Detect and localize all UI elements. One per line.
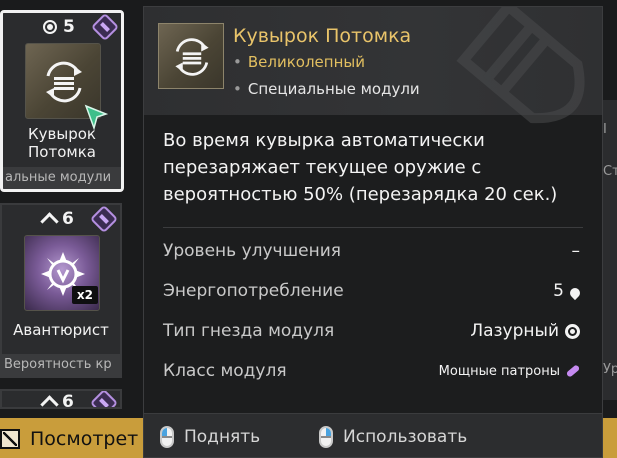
checkbox-icon[interactable] bbox=[0, 429, 20, 449]
card-cost: 6 bbox=[42, 392, 74, 409]
edge-text-fragment: Ст bbox=[603, 164, 617, 179]
card-header: 6 bbox=[2, 205, 120, 234]
use-action[interactable]: Использовать bbox=[319, 426, 467, 448]
bullet-watermark-icon bbox=[456, 7, 585, 124]
module-card-adventurer[interactable]: 6 x2 Авантюрист Вероятность кр bbox=[0, 203, 122, 378]
card-header: 5 bbox=[3, 13, 121, 42]
card-cost: 5 bbox=[43, 17, 75, 37]
card-name: Авантюрист bbox=[13, 321, 109, 339]
tooltip-actions: Поднять Использовать bbox=[144, 413, 602, 457]
edge-text-fragment: I bbox=[603, 122, 607, 137]
card-footer: альные модули bbox=[3, 167, 121, 189]
module-class-tag-icon bbox=[90, 13, 120, 42]
chevron-up-icon bbox=[42, 213, 56, 225]
stack-count-badge: x2 bbox=[71, 286, 98, 304]
mouse-right-click-icon bbox=[319, 426, 333, 448]
card-name: Кувырок Потомка bbox=[28, 125, 96, 161]
module-tooltip: Кувырок Потомка • Великолепный • Специальн… bbox=[143, 6, 603, 458]
module-card-partial[interactable]: 6 bbox=[0, 389, 122, 409]
chevron-up-icon bbox=[42, 396, 56, 407]
module-rarity: • Великолепный bbox=[233, 53, 365, 71]
module-class-tag-icon bbox=[89, 391, 119, 407]
card-cost-value: 6 bbox=[62, 392, 74, 409]
reload-roll-icon bbox=[46, 61, 82, 103]
mouse-pointer-icon bbox=[84, 104, 108, 130]
adjacent-card-edge[interactable]: I Ст Ур bbox=[603, 100, 617, 400]
card-cost-value: 5 bbox=[63, 17, 75, 37]
mouse-left-click-icon bbox=[160, 426, 174, 448]
card-footer: Вероятность кр bbox=[2, 354, 120, 376]
module-category: • Специальные модули bbox=[233, 80, 420, 98]
stat-socket-type: Тип гнезда модуля Лазурный bbox=[163, 318, 580, 344]
stat-upgrade-level: Уровень улучшения – bbox=[163, 241, 580, 261]
module-title: Кувырок Потомка bbox=[233, 25, 412, 47]
divider bbox=[163, 227, 583, 228]
stat-module-class: Класс модуля Мощные патроны bbox=[163, 358, 581, 384]
tooltip-header: Кувырок Потомка • Великолепный • Специальн… bbox=[144, 7, 602, 124]
pick-up-action[interactable]: Поднять bbox=[160, 426, 260, 448]
card-cost-value: 6 bbox=[62, 209, 74, 229]
drop-icon bbox=[567, 285, 583, 300]
socket-icon bbox=[565, 323, 580, 339]
module-class-tag-icon bbox=[89, 205, 119, 234]
edge-text-fragment: Ур bbox=[603, 362, 617, 377]
module-icon bbox=[158, 23, 224, 89]
reload-roll-icon bbox=[175, 38, 209, 76]
ammo-icon bbox=[565, 364, 581, 378]
view-button-label: Посмотрет bbox=[30, 428, 139, 450]
view-button[interactable]: Посмотрет bbox=[0, 420, 138, 458]
module-card-descendant-roll[interactable]: 5 Кувырок Потомка альные модули bbox=[0, 10, 124, 192]
module-description: Во время кувырка автоматически перезаряж… bbox=[163, 130, 558, 205]
card-header: 6 bbox=[2, 391, 120, 409]
stat-energy-cost: Энергопотребление 5 bbox=[163, 278, 583, 304]
card-cost: 6 bbox=[42, 209, 74, 229]
socket-icon bbox=[43, 20, 57, 34]
